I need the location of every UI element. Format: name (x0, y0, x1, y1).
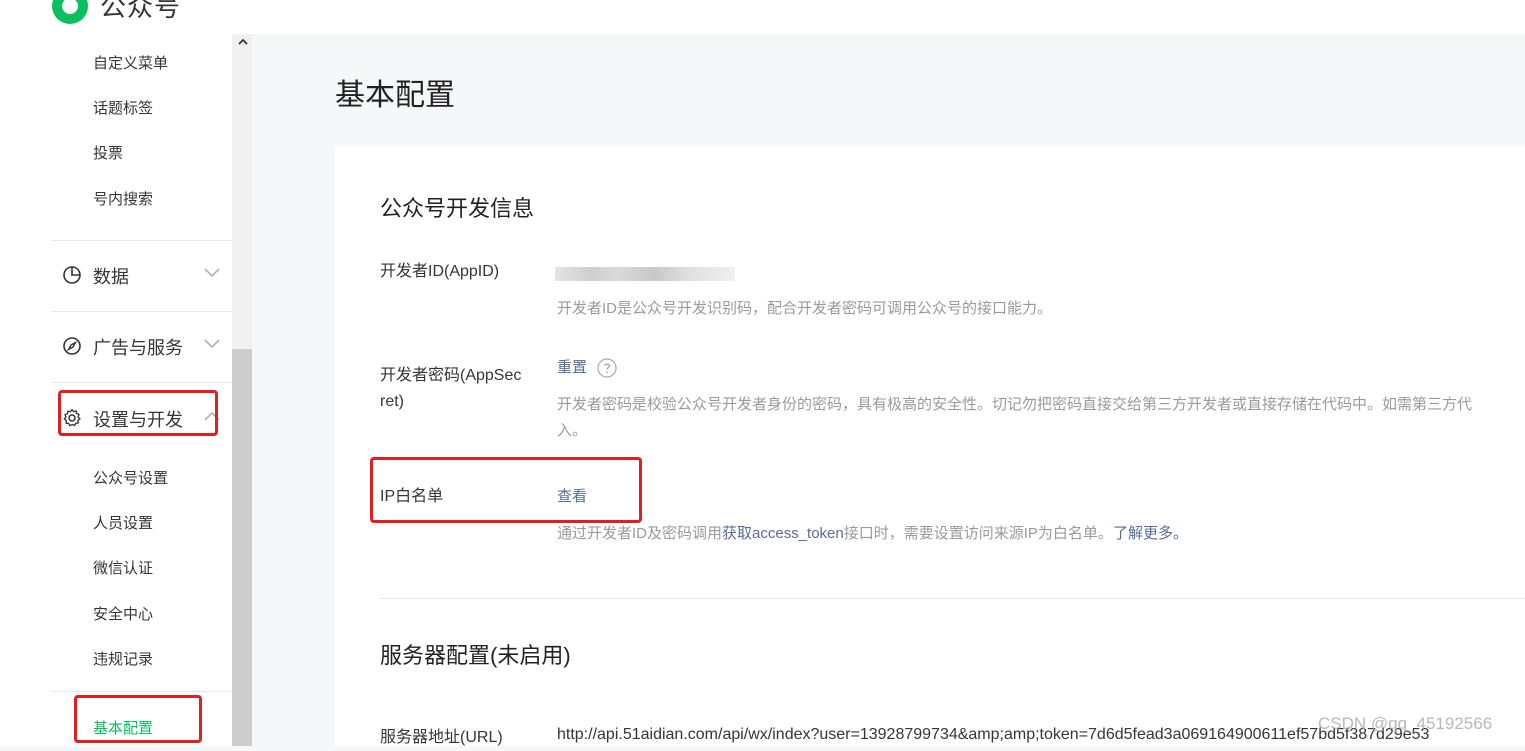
access-token-link[interactable]: 获取access_token (722, 525, 844, 542)
config-card: 公众号开发信息 开发者ID(AppID) 开发者ID是公众号开发识别码，配合开发… (335, 146, 1525, 746)
brand-title[interactable]: 公众号 (100, 0, 181, 24)
sidebar-item-wechat-verify[interactable]: 微信认证 (93, 557, 153, 578)
ip-whitelist-description: 通过开发者ID及密码调用获取access_token接口时，需要设置访问来源IP… (557, 520, 1188, 548)
sidebar-divider (52, 240, 232, 241)
sidebar-item-security-center[interactable]: 安全中心 (93, 603, 153, 624)
ip-desc-middle: 接口时，需要设置访问来源IP为白名单。 (843, 525, 1113, 542)
chevron-down-icon (204, 268, 220, 278)
appsecret-label-line2: ret) (380, 393, 404, 410)
sidebar-group-ads[interactable]: 广告与服务 (52, 327, 232, 363)
scrollbar-thumb[interactable] (232, 349, 252, 746)
sidebar-item-search[interactable]: 号内搜索 (93, 188, 153, 209)
sidebar-group-label: 广告与服务 (93, 338, 183, 358)
server-config-heading: 服务器配置(未启用) (380, 643, 571, 668)
sidebar-item-violations[interactable]: 违规记录 (93, 648, 153, 669)
sidebar-item-account-settings[interactable]: 公众号设置 (93, 467, 168, 488)
page-title: 基本配置 (335, 79, 455, 112)
chevron-down-icon (204, 339, 220, 349)
sidebar-scrollbar[interactable] (232, 34, 252, 746)
pie-chart-icon (63, 266, 81, 284)
appid-value-blurred (555, 267, 735, 281)
sidebar-item-custom-menu[interactable]: 自定义菜单 (93, 52, 168, 73)
appid-description: 开发者ID是公众号开发识别码，配合开发者密码可调用公众号的接口能力。 (557, 300, 1053, 317)
appid-label: 开发者ID(AppID) (380, 263, 500, 280)
wechat-logo-icon[interactable] (50, 0, 90, 26)
compass-icon (63, 337, 81, 355)
sidebar-group-data[interactable]: 数据 (52, 256, 232, 292)
sidebar-divider (52, 691, 232, 692)
reset-link[interactable]: 重置 (557, 354, 587, 382)
watermark-text: CSDN @qq_45192566 (1318, 714, 1493, 733)
dev-info-heading: 公众号开发信息 (380, 196, 535, 221)
sidebar-item-topic-tags[interactable]: 话题标签 (93, 97, 153, 118)
sidebar-divider (52, 311, 232, 312)
sidebar-group-label: 数据 (93, 267, 129, 287)
sidebar-divider (52, 382, 232, 383)
appsecret-description-line1: 开发者密码是校验公众号开发者身份的密码，具有极高的安全性。切记勿把密码直接交给第… (557, 396, 1473, 413)
server-url-label: 服务器地址(URL) (380, 729, 503, 746)
highlight-box-basic-config (74, 695, 202, 743)
ip-desc-prefix: 通过开发者ID及密码调用 (557, 525, 723, 542)
learn-more-link[interactable]: 了解更多。 (1113, 525, 1188, 542)
sidebar-item-vote[interactable]: 投票 (93, 142, 123, 163)
appsecret-label-line1: 开发者密码(AppSec (380, 367, 522, 384)
sidebar-item-staff-settings[interactable]: 人员设置 (93, 512, 153, 533)
help-question-icon[interactable] (597, 358, 617, 378)
section-divider (380, 598, 1525, 599)
scroll-up-arrow-icon[interactable] (237, 36, 249, 48)
highlight-box-settings (58, 390, 218, 436)
server-url-value: http://api.51aidian.com/api/wx/index?use… (557, 726, 1430, 743)
highlight-box-ip-whitelist (370, 457, 642, 523)
top-bar: 公众号 (0, 0, 1525, 34)
appsecret-description-line2: 入。 (557, 422, 588, 439)
